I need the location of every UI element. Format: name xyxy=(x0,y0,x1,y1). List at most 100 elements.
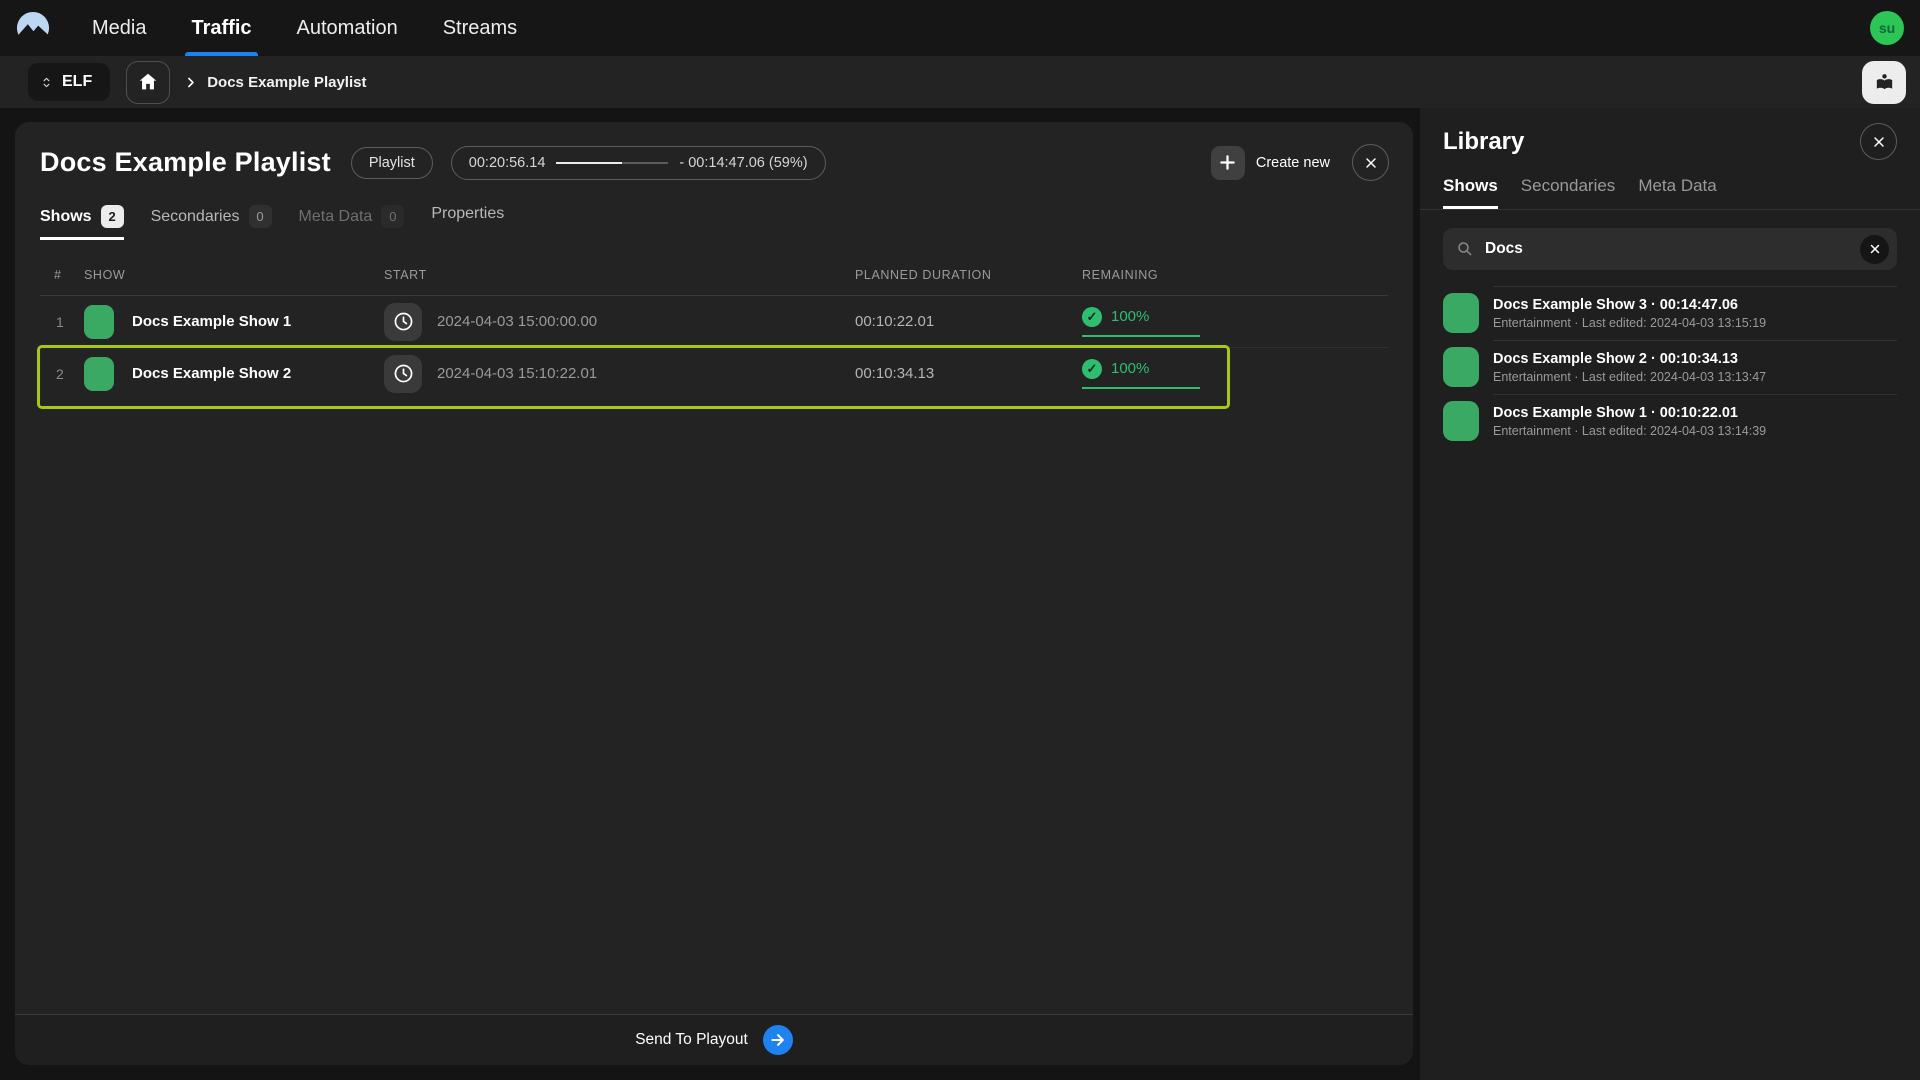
close-library-button[interactable] xyxy=(1860,123,1897,160)
playlist-panel: Docs Example Playlist Playlist 00:20:56.… xyxy=(15,122,1413,1065)
library-toggle-button[interactable] xyxy=(1862,61,1906,104)
clock-icon[interactable] xyxy=(384,303,422,341)
playlist-header: Docs Example Playlist Playlist 00:20:56.… xyxy=(15,122,1413,181)
playlist-tabs: Shows 2 Secondaries 0 Meta Data 0 Proper… xyxy=(40,205,1388,240)
show-thumbnail xyxy=(84,305,114,339)
playlist-progress-pill: 00:20:56.14 - 00:14:47.06 (59%) xyxy=(451,146,826,180)
channel-selector[interactable]: ELF xyxy=(28,63,110,101)
tab-meta-data-label: Meta Data xyxy=(299,208,373,226)
library-tab-secondaries[interactable]: Secondaries xyxy=(1521,176,1616,209)
library-search-box xyxy=(1443,228,1897,270)
tab-secondaries[interactable]: Secondaries 0 xyxy=(151,205,272,240)
elapsed-time: 00:20:56.14 xyxy=(469,155,546,171)
row-number: 1 xyxy=(40,314,84,330)
planned-duration: 00:10:34.13 xyxy=(855,365,1082,382)
tab-meta-data[interactable]: Meta Data 0 xyxy=(299,205,405,240)
check-circle-icon: ✓ xyxy=(1082,359,1102,379)
breadcrumb-current-page: Docs Example Playlist xyxy=(207,74,366,91)
search-icon xyxy=(1456,240,1474,258)
tab-shows-count: 2 xyxy=(101,205,124,228)
show-name: Docs Example Show 1 xyxy=(132,313,291,330)
home-button[interactable] xyxy=(126,61,170,104)
breadcrumb-chevron-icon xyxy=(184,76,197,89)
nav-item-media[interactable]: Media xyxy=(92,0,146,56)
remaining-percent: 100% xyxy=(1111,308,1149,325)
home-icon xyxy=(137,71,159,93)
library-tab-shows[interactable]: Shows xyxy=(1443,176,1498,209)
nav-item-automation[interactable]: Automation xyxy=(297,0,398,56)
col-remaining: REMAINING xyxy=(1082,268,1388,282)
arrow-right-icon xyxy=(763,1025,793,1055)
col-start: START xyxy=(384,268,855,282)
col-planned-duration: PLANNED DURATION xyxy=(855,268,1082,282)
breadcrumb-bar: ELF Docs Example Playlist xyxy=(0,56,1920,108)
library-panel: Library Shows Secondaries Meta Data xyxy=(1420,108,1920,1080)
table-header: # SHOW START PLANNED DURATION REMAINING xyxy=(40,256,1388,296)
tab-meta-data-count: 0 xyxy=(381,205,404,228)
progress-bar-fill xyxy=(556,162,622,164)
send-to-playout-button[interactable]: Send To Playout xyxy=(15,1014,1413,1065)
close-playlist-button[interactable] xyxy=(1352,144,1389,181)
row-number: 2 xyxy=(40,366,84,382)
library-item-title: Docs Example Show 1 · 00:10:22.01 xyxy=(1493,405,1766,421)
col-num: # xyxy=(40,268,84,282)
table-row-selected[interactable]: 2 Docs Example Show 2 2024-04-03 15:10:2… xyxy=(40,348,1388,400)
remaining-time: - 00:14:47.06 (59%) xyxy=(679,155,807,171)
library-list: Docs Example Show 3 · 00:14:47.06 Entert… xyxy=(1443,286,1897,448)
library-divider xyxy=(1420,209,1920,210)
start-time: 2024-04-03 15:00:00.00 xyxy=(437,313,597,330)
clear-search-button[interactable] xyxy=(1860,235,1889,264)
clock-icon[interactable] xyxy=(384,355,422,393)
library-tabs: Shows Secondaries Meta Data xyxy=(1443,176,1897,209)
library-item[interactable]: Docs Example Show 1 · 00:10:22.01 Entert… xyxy=(1443,394,1897,448)
create-new-button[interactable]: Create new xyxy=(1211,146,1330,180)
library-tab-meta-data[interactable]: Meta Data xyxy=(1638,176,1716,209)
remaining-cell: ✓ 100% xyxy=(1082,307,1200,337)
nav-item-streams[interactable]: Streams xyxy=(443,0,517,56)
shows-table: # SHOW START PLANNED DURATION REMAINING … xyxy=(40,256,1388,400)
remaining-progress-bar xyxy=(1082,335,1200,337)
show-thumbnail xyxy=(1443,347,1479,387)
close-icon xyxy=(1363,155,1379,171)
tab-secondaries-label: Secondaries xyxy=(151,208,240,226)
library-item-title: Docs Example Show 3 · 00:14:47.06 xyxy=(1493,297,1766,313)
remaining-progress-bar xyxy=(1082,387,1200,389)
show-thumbnail xyxy=(84,357,114,391)
remaining-cell: ✓ 100% xyxy=(1082,359,1200,389)
check-circle-icon: ✓ xyxy=(1082,307,1102,327)
user-avatar[interactable]: su xyxy=(1870,11,1904,45)
send-to-playout-label: Send To Playout xyxy=(635,1031,748,1049)
show-name: Docs Example Show 2 xyxy=(132,365,291,382)
tab-properties-label: Properties xyxy=(431,205,504,223)
tab-properties[interactable]: Properties xyxy=(431,205,504,235)
col-show: SHOW xyxy=(84,268,384,282)
tab-secondaries-count: 0 xyxy=(249,205,272,228)
library-item[interactable]: Docs Example Show 2 · 00:10:34.13 Entert… xyxy=(1443,340,1897,394)
library-item-subtitle: Entertainment · Last edited: 2024-04-03 … xyxy=(1493,316,1766,330)
library-item[interactable]: Docs Example Show 3 · 00:14:47.06 Entert… xyxy=(1443,286,1897,340)
create-new-label: Create new xyxy=(1256,155,1330,171)
start-time: 2024-04-03 15:10:22.01 xyxy=(437,365,597,382)
library-reader-icon xyxy=(1873,71,1896,94)
library-item-title: Docs Example Show 2 · 00:10:34.13 xyxy=(1493,351,1766,367)
library-item-subtitle: Entertainment · Last edited: 2024-04-03 … xyxy=(1493,424,1766,438)
progress-track xyxy=(556,162,668,164)
library-search-input[interactable] xyxy=(1485,240,1849,258)
nav-item-traffic[interactable]: Traffic xyxy=(191,0,251,56)
show-thumbnail xyxy=(1443,293,1479,333)
app-logo-icon[interactable] xyxy=(16,11,50,45)
content-area: Docs Example Playlist Playlist 00:20:56.… xyxy=(0,108,1920,1080)
playlist-type-badge: Playlist xyxy=(351,147,433,179)
remaining-percent: 100% xyxy=(1111,360,1149,377)
library-title: Library xyxy=(1443,128,1524,156)
show-thumbnail xyxy=(1443,401,1479,441)
plus-icon xyxy=(1211,146,1245,180)
tab-shows[interactable]: Shows 2 xyxy=(40,205,124,240)
close-icon xyxy=(1871,134,1887,150)
planned-duration: 00:10:22.01 xyxy=(855,313,1082,330)
table-row[interactable]: 1 Docs Example Show 1 2024-04-03 15:00:0… xyxy=(40,296,1388,348)
sort-arrows-icon xyxy=(40,75,53,90)
tab-shows-label: Shows xyxy=(40,208,92,226)
playlist-title: Docs Example Playlist xyxy=(40,147,331,178)
channel-label: ELF xyxy=(62,73,92,91)
